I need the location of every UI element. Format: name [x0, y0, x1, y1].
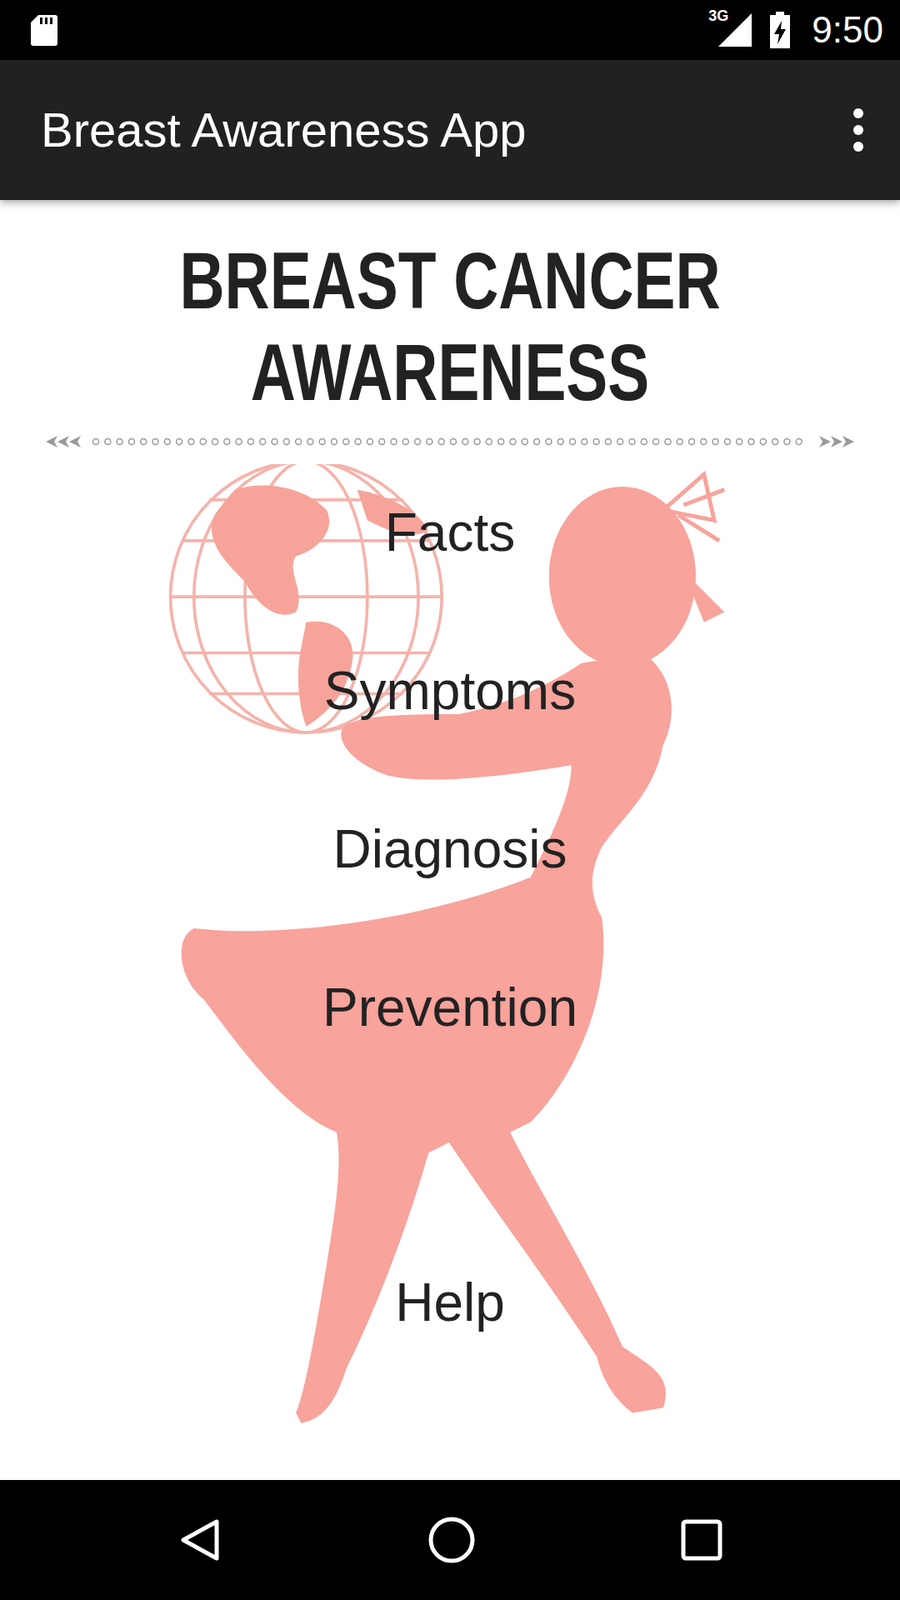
awareness-logo: BREAST CANCERAWARENESS [180, 200, 721, 419]
divider-ornament-icon [45, 435, 855, 449]
battery-icon [768, 10, 792, 50]
navigation-bar [0, 1480, 900, 1600]
app-title: Breast Awareness App [40, 100, 527, 160]
menu-item[interactable]: Facts [375, 499, 525, 566]
back-icon[interactable] [176, 1516, 224, 1564]
menu-item[interactable]: Diagnosis [322, 815, 577, 883]
home-icon[interactable] [427, 1515, 476, 1565]
menu-item[interactable]: Help [385, 1269, 515, 1336]
logo-line: AWARENESS [250, 326, 650, 419]
menu: Facts Symptoms Diagnosis Prevention Help [312, 499, 588, 1336]
signal-indicator: 3G [708, 11, 754, 49]
menu-item[interactable]: Symptoms [314, 657, 586, 725]
logo-line: BREAST CANCER [180, 235, 721, 327]
recents-icon[interactable] [680, 1518, 724, 1562]
network-type: 3G [708, 8, 729, 24]
menu-item[interactable]: Prevention [312, 974, 588, 1041]
overflow-menu-icon[interactable] [850, 106, 867, 154]
main-content: BREAST CANCERAWARENESS Facts Symptoms Diag… [0, 200, 900, 1480]
clock: 9:50 [806, 11, 884, 49]
screen: 3G 9:50 Breast Awareness App BREAST CANC… [0, 0, 900, 1600]
app-bar: Breast Awareness App [0, 60, 900, 200]
signal-icon [716, 11, 754, 49]
status-bar: 3G 9:50 [0, 0, 900, 60]
sd-card-icon [30, 13, 59, 47]
